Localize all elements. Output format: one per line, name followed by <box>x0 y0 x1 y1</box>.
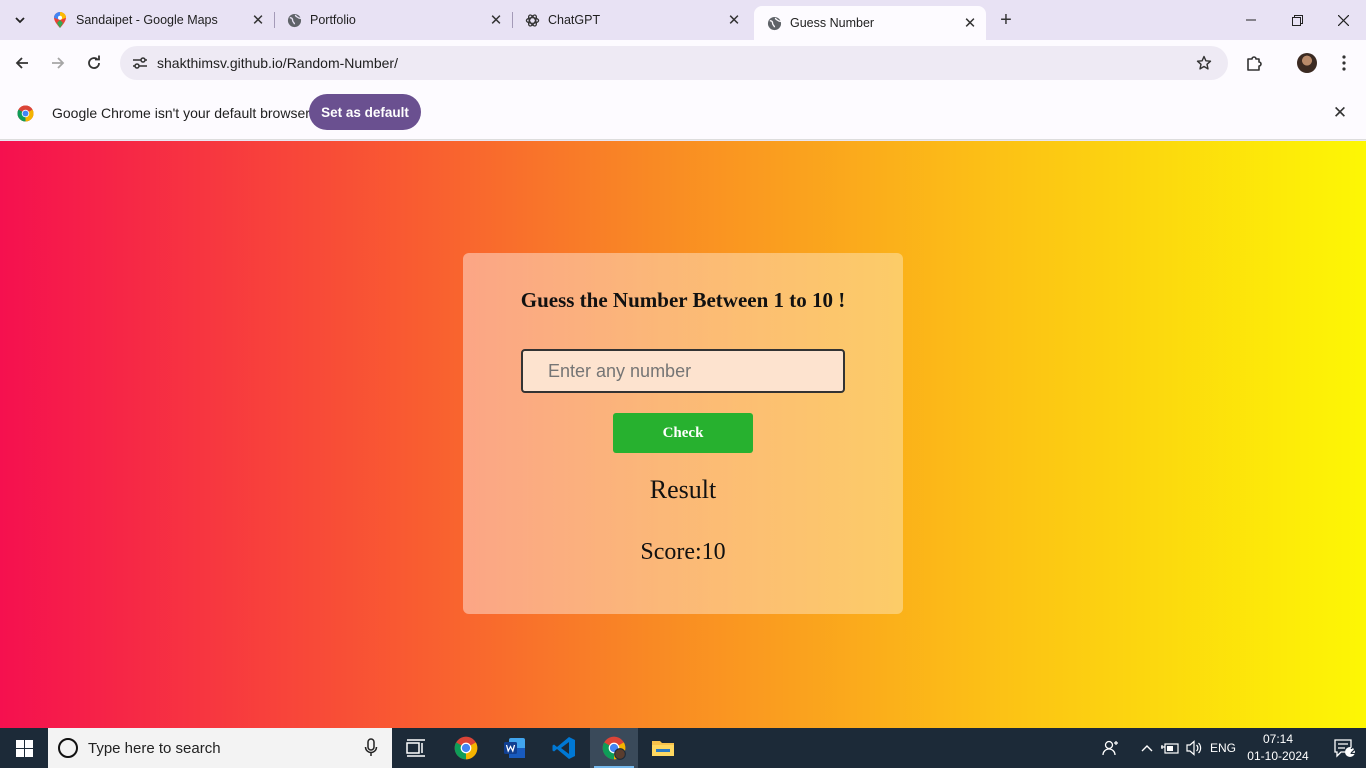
minimize-button[interactable] <box>1228 0 1274 40</box>
chrome-logo-icon <box>17 105 34 122</box>
system-clock[interactable]: 07:14 01-10-2024 <box>1240 731 1316 765</box>
close-tab-icon[interactable]: ✕ <box>960 13 980 33</box>
profile-avatar[interactable] <box>1297 53 1317 73</box>
language-indicator[interactable]: ENG <box>1206 728 1240 768</box>
clock-time: 07:14 <box>1262 732 1294 746</box>
task-view-button[interactable] <box>392 728 440 768</box>
chevron-up-icon <box>1141 745 1153 752</box>
word-icon <box>504 738 525 758</box>
arrow-right-icon <box>52 57 65 69</box>
default-browser-infobar: Google Chrome isn't your default browser… <box>0 86 1366 140</box>
score-text: Score:10 <box>640 539 726 565</box>
chrome-profile-icon <box>602 736 626 760</box>
forward-button[interactable] <box>44 49 72 77</box>
microphone-icon[interactable] <box>364 738 378 758</box>
bookmark-star-icon[interactable] <box>1194 53 1214 73</box>
page-content: Guess the Number Between 1 to 10 ! Check… <box>0 141 1366 728</box>
action-center-button[interactable]: 2 <box>1322 728 1366 768</box>
notification-count-badge: 2 <box>1350 746 1356 757</box>
chevron-down-icon <box>15 17 25 24</box>
volume-icon <box>1186 740 1202 756</box>
restore-icon <box>1291 14 1303 26</box>
taskbar-word[interactable] <box>491 728 539 768</box>
people-button[interactable] <box>1098 728 1124 768</box>
battery-plug-icon <box>1161 743 1179 754</box>
close-window-button[interactable] <box>1320 0 1366 40</box>
volume-button[interactable] <box>1182 728 1206 768</box>
close-tab-icon[interactable]: ✕ <box>724 10 744 30</box>
globe-icon <box>766 15 782 31</box>
number-input[interactable] <box>521 349 845 393</box>
more-vertical-icon <box>1342 55 1346 71</box>
search-placeholder: Type here to search <box>88 740 221 757</box>
close-tab-icon[interactable]: ✕ <box>486 10 506 30</box>
puzzle-icon <box>1247 56 1262 71</box>
windows-logo-icon <box>15 739 33 757</box>
result-text: Result <box>649 475 717 504</box>
close-tab-icon[interactable]: ✕ <box>248 10 268 30</box>
new-tab-button[interactable]: + <box>994 8 1018 32</box>
infobar-message: Google Chrome isn't your default browser <box>52 105 310 121</box>
minimize-icon <box>1246 19 1256 21</box>
check-button[interactable]: Check <box>613 413 753 453</box>
tab-title: Portfolio <box>310 13 356 27</box>
taskbar-chrome[interactable] <box>442 728 490 768</box>
taskbar-chrome-active[interactable] <box>590 728 638 768</box>
tab-portfolio[interactable]: Portfolio ✕ <box>274 0 513 40</box>
url-text: shakthimsv.github.io/Random-Number/ <box>157 55 398 71</box>
chrome-icon <box>454 736 478 760</box>
tab-title: ChatGPT <box>548 13 601 27</box>
taskbar-vscode[interactable] <box>540 728 588 768</box>
windows-taskbar: Type here to search ENG 07:14 01-10-2024… <box>0 728 1366 768</box>
google-maps-icon <box>52 12 68 28</box>
start-button[interactable] <box>0 728 48 768</box>
chatgpt-icon <box>524 12 540 28</box>
address-bar[interactable]: shakthimsv.github.io/Random-Number/ <box>120 46 1228 80</box>
battery-button[interactable] <box>1158 728 1182 768</box>
reload-icon <box>88 55 100 69</box>
people-icon <box>1102 740 1118 756</box>
globe-icon <box>286 12 302 28</box>
tab-search-button[interactable] <box>8 8 32 32</box>
site-info-icon[interactable] <box>128 51 152 75</box>
set-as-default-button[interactable]: Set as default <box>309 94 421 130</box>
folder-icon <box>652 741 674 756</box>
tab-title: Guess Number <box>790 16 875 30</box>
browser-toolbar: shakthimsv.github.io/Random-Number/ <box>0 40 1366 86</box>
tab-google-maps[interactable]: Sandaipet - Google Maps ✕ <box>40 0 275 40</box>
taskbar-file-explorer[interactable] <box>639 728 687 768</box>
show-hidden-icons-button[interactable] <box>1136 728 1158 768</box>
tab-guess-number[interactable]: Guess Number ✕ <box>754 6 986 40</box>
task-view-icon <box>406 739 425 757</box>
taskbar-search-box[interactable]: Type here to search <box>48 728 392 768</box>
close-icon <box>1337 14 1349 26</box>
infobar-close-icon[interactable]: ✕ <box>1330 103 1350 123</box>
chrome-menu-button[interactable] <box>1332 51 1356 75</box>
cortana-icon <box>58 738 78 758</box>
game-heading: Guess the Number Between 1 to 10 ! <box>520 288 846 312</box>
vscode-icon <box>552 737 575 759</box>
tab-strip: Sandaipet - Google Maps ✕ Portfolio ✕ Ch… <box>0 0 1366 40</box>
tab-chatgpt[interactable]: ChatGPT ✕ <box>512 0 750 40</box>
back-button[interactable] <box>8 49 36 77</box>
tab-title: Sandaipet - Google Maps <box>76 13 218 27</box>
clock-date: 01-10-2024 <box>1247 749 1309 763</box>
arrow-left-icon <box>15 57 28 69</box>
extensions-button[interactable] <box>1243 51 1267 75</box>
reload-button[interactable] <box>80 49 108 77</box>
game-card: Guess the Number Between 1 to 10 ! Check… <box>463 253 903 614</box>
restore-button[interactable] <box>1274 0 1320 40</box>
plus-icon: + <box>1000 8 1012 31</box>
